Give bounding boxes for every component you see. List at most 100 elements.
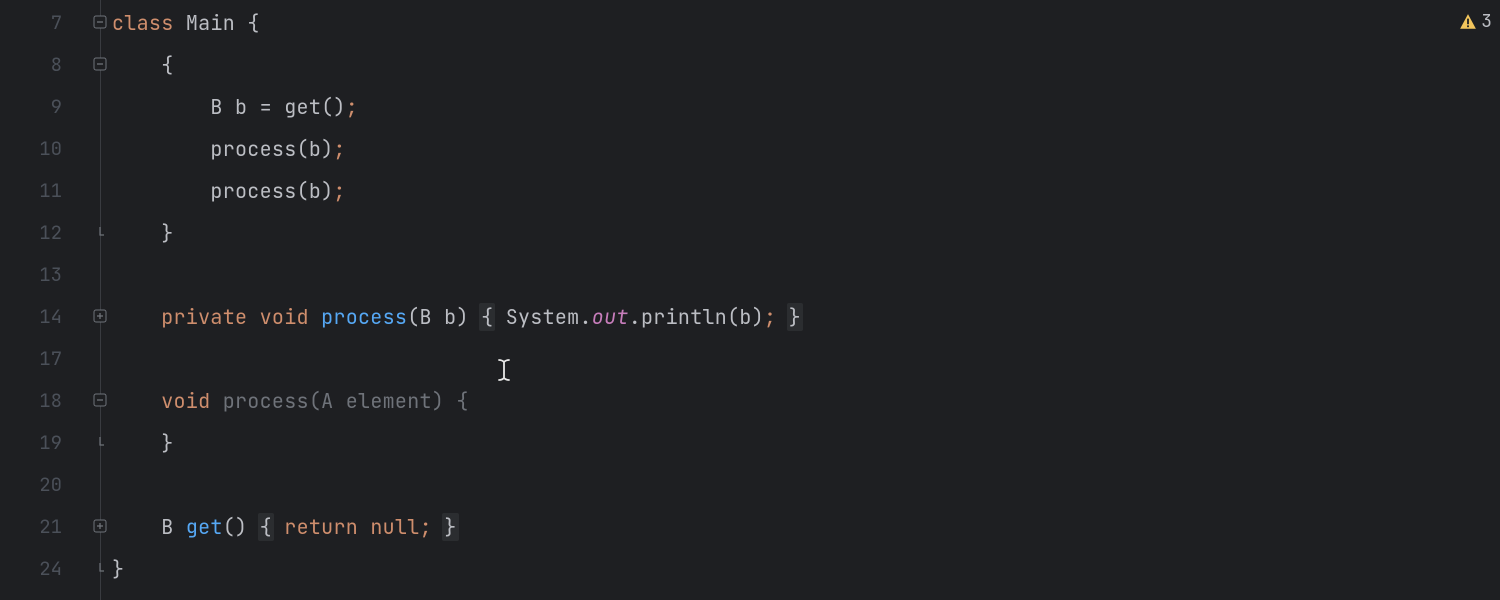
fold-marker[interactable] — [90, 506, 112, 548]
fold-end-icon — [93, 561, 109, 577]
fold-marker — [90, 170, 112, 212]
code-token: { — [247, 10, 259, 36]
fold-end-icon — [93, 225, 109, 241]
code-token: { — [112, 52, 174, 78]
code-token: () — [223, 514, 248, 540]
code-token: process — [321, 304, 407, 330]
code-line[interactable]: void process(A element) { — [112, 380, 1500, 422]
code-area[interactable]: class Main { { B b = get(); process(b); … — [112, 0, 1500, 600]
code-token — [112, 178, 210, 204]
code-token: ; — [764, 304, 776, 330]
code-line[interactable] — [112, 254, 1500, 296]
code-token: () — [321, 94, 346, 120]
line-number[interactable]: 19 — [0, 422, 90, 464]
fold-expand-icon — [93, 309, 109, 325]
code-line[interactable] — [112, 338, 1500, 380]
fold-marker[interactable] — [90, 2, 112, 44]
code-token: B — [161, 514, 186, 540]
fold-marker — [90, 86, 112, 128]
code-token: B b — [420, 304, 457, 330]
code-token: class — [112, 10, 186, 36]
fold-collapse-icon — [93, 15, 109, 31]
line-number[interactable]: 9 — [0, 86, 90, 128]
code-token: } — [112, 556, 124, 582]
code-token: (b) — [297, 178, 334, 204]
code-token: process — [210, 178, 296, 204]
fold-marker[interactable] — [90, 380, 112, 422]
fold-marker[interactable] — [90, 212, 112, 254]
code-token: B b — [210, 94, 259, 120]
code-line[interactable]: process(b); — [112, 170, 1500, 212]
line-number[interactable]: 10 — [0, 128, 90, 170]
code-token: ; — [333, 136, 345, 162]
code-line[interactable]: { — [112, 44, 1500, 86]
line-number[interactable]: 18 — [0, 380, 90, 422]
code-token: } — [112, 220, 174, 246]
line-number[interactable]: 17 — [0, 338, 90, 380]
code-line[interactable]: process(b); — [112, 128, 1500, 170]
code-token: process — [223, 388, 309, 414]
code-token — [272, 514, 284, 540]
code-line[interactable]: B get() { return null; } — [112, 506, 1500, 548]
code-token — [112, 304, 161, 330]
code-line[interactable]: } — [112, 422, 1500, 464]
code-token: get — [186, 514, 223, 540]
code-token — [112, 514, 161, 540]
code-token: (b) — [297, 136, 334, 162]
code-line[interactable]: } — [112, 212, 1500, 254]
code-token: } — [112, 430, 174, 456]
code-token: ) — [456, 304, 468, 330]
code-token: private void — [161, 304, 321, 330]
fold-collapse-icon — [93, 393, 109, 409]
code-token — [493, 304, 505, 330]
code-token: process — [210, 136, 296, 162]
code-token: System. — [506, 304, 592, 330]
fold-collapse-icon — [93, 57, 109, 73]
code-line[interactable]: B b = get(); — [112, 86, 1500, 128]
fold-marker[interactable] — [90, 548, 112, 590]
line-number[interactable]: 20 — [0, 464, 90, 506]
code-token: .println(b) — [629, 304, 764, 330]
code-token: return null — [284, 514, 419, 540]
fold-marker[interactable] — [90, 296, 112, 338]
line-number[interactable]: 24 — [0, 548, 90, 590]
code-editor[interactable]: 7891011121314171819202124 class Main { {… — [0, 0, 1500, 600]
fold-marker[interactable] — [90, 44, 112, 86]
fold-end-icon — [93, 435, 109, 451]
code-token — [112, 388, 161, 414]
code-token: } — [787, 303, 803, 331]
line-number[interactable]: 21 — [0, 506, 90, 548]
inspection-warning-badge[interactable]: 3 — [1459, 10, 1492, 33]
line-number[interactable]: 7 — [0, 2, 90, 44]
code-token — [112, 136, 210, 162]
line-number[interactable]: 13 — [0, 254, 90, 296]
code-token: Main — [186, 10, 248, 36]
warning-icon — [1459, 13, 1477, 31]
line-number[interactable]: 14 — [0, 296, 90, 338]
code-token: ( — [407, 304, 419, 330]
code-token: } — [442, 513, 458, 541]
code-token: ; — [420, 514, 432, 540]
code-token: get — [284, 94, 321, 120]
code-token: out — [592, 304, 629, 330]
code-line[interactable]: private void process(B b) { System.out.p… — [112, 296, 1500, 338]
fold-marker — [90, 338, 112, 380]
line-number[interactable]: 12 — [0, 212, 90, 254]
code-line[interactable] — [112, 464, 1500, 506]
fold-marker — [90, 254, 112, 296]
code-line[interactable]: class Main { — [112, 2, 1500, 44]
code-token: ; — [346, 94, 358, 120]
fold-column — [90, 0, 112, 600]
line-number[interactable]: 11 — [0, 170, 90, 212]
fold-marker — [90, 128, 112, 170]
code-token: void — [161, 388, 223, 414]
fold-marker[interactable] — [90, 422, 112, 464]
code-token: ) { — [432, 388, 469, 414]
warning-count: 3 — [1481, 10, 1492, 33]
line-number[interactable]: 8 — [0, 44, 90, 86]
line-number-gutter: 7891011121314171819202124 — [0, 0, 90, 600]
code-token — [112, 94, 210, 120]
code-line[interactable]: } — [112, 548, 1500, 590]
code-token: = — [260, 94, 285, 120]
fold-expand-icon — [93, 519, 109, 535]
